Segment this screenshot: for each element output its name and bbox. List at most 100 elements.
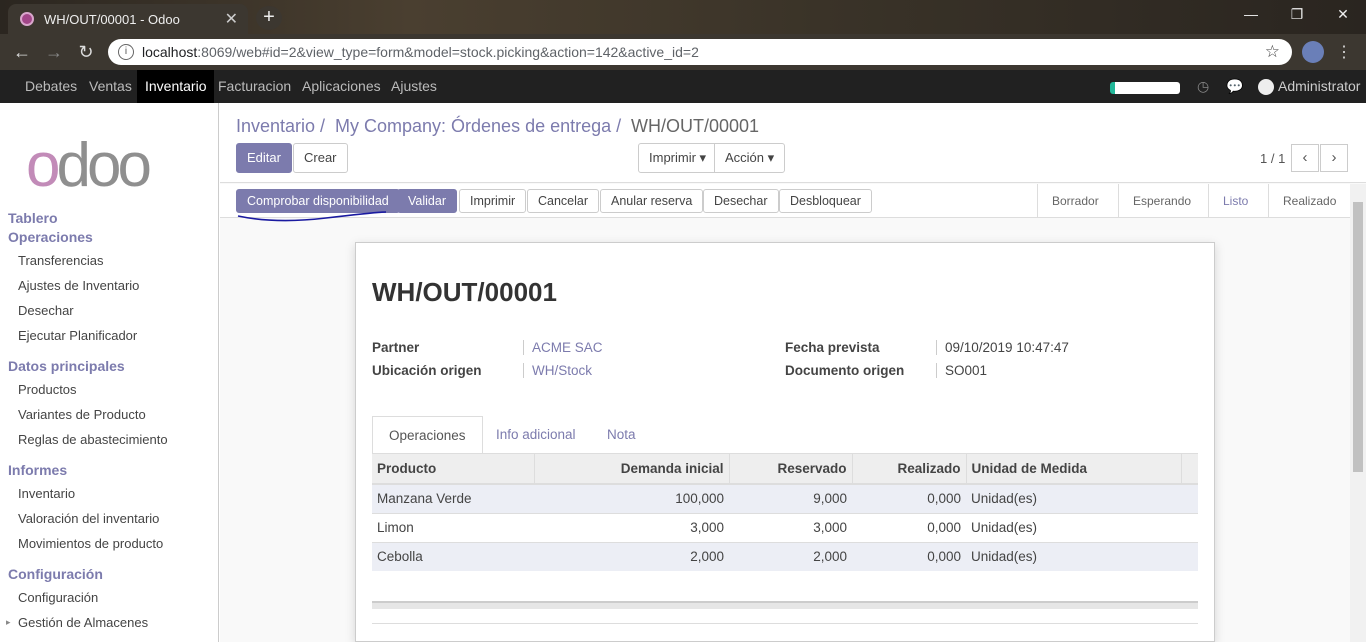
sidebar-item-configuracion[interactable]: Configuración [18, 590, 98, 605]
stage-esperando[interactable]: Esperando [1118, 184, 1205, 218]
cell-demand: 2,000 [534, 541, 729, 571]
stage-listo[interactable]: Listo [1208, 184, 1262, 218]
pager-next-icon[interactable]: › [1320, 144, 1348, 172]
cell-done: 0,000 [852, 541, 966, 571]
sidebar-item-valoracion[interactable]: Valoración del inventario [18, 511, 159, 526]
new-tab-button[interactable]: + [256, 6, 282, 30]
menu-ventas[interactable]: Ventas [81, 70, 140, 103]
control-panel: Inventario / My Company: Órdenes de entr… [220, 103, 1366, 183]
stage-borrador[interactable]: Borrador [1037, 184, 1113, 218]
sidebar-item-variantes[interactable]: Variantes de Producto [18, 407, 146, 422]
cell-reserved: 3,000 [729, 512, 852, 542]
sidebar-item-inventario[interactable]: Inventario [18, 486, 75, 501]
tab-operaciones[interactable]: Operaciones [372, 416, 483, 454]
pen-underline-annotation [237, 211, 387, 222]
action-dropdown[interactable]: Acción ▾ [714, 143, 786, 173]
sidebar-item-transferencias[interactable]: Transferencias [18, 253, 104, 268]
col-demanda-inicial[interactable]: Demanda inicial [533, 454, 729, 485]
table-row[interactable]: Manzana Verde 100,000 9,000 0,000 Unidad… [372, 483, 1198, 513]
sidebar-section-configuracion: Configuración [8, 566, 103, 582]
sidebar-item-ejecutar-planificador[interactable]: Ejecutar Planificador [18, 328, 137, 343]
cell-product: Cebolla [372, 541, 534, 571]
breadcrumb-current: WH/OUT/00001 [631, 116, 760, 136]
cell-reserved: 9,000 [729, 483, 852, 513]
edit-button[interactable]: Editar [236, 143, 292, 173]
unlock-button[interactable]: Desbloquear [779, 189, 872, 213]
table-row[interactable]: Limon 3,000 3,000 0,000 Unidad(es) [372, 512, 1198, 542]
print-button[interactable]: Imprimir [459, 189, 527, 213]
caret-right-icon[interactable]: ▸ [6, 617, 11, 628]
bookmark-star-icon[interactable]: ☆ [1265, 42, 1280, 62]
col-producto[interactable]: Producto [372, 454, 534, 485]
origin-label: Documento origen [785, 363, 905, 378]
record-title: WH/OUT/00001 [372, 277, 557, 307]
sidebar-item-reglas[interactable]: Reglas de abastecimiento [18, 432, 168, 447]
sidebar-item-ajustes-inventario[interactable]: Ajustes de Inventario [18, 278, 139, 293]
browser-tab[interactable]: WH/OUT/00001 - Odoo ✕ [8, 4, 248, 34]
form-sheet: WH/OUT/00001 Partner ACME SAC Ubicación … [355, 242, 1215, 642]
scrap-button[interactable]: Desechar [703, 189, 779, 213]
menu-facturacion[interactable]: Facturacion [210, 70, 299, 103]
col-reservado[interactable]: Reservado [728, 454, 852, 485]
cell-spacer [1181, 541, 1198, 571]
validate-button[interactable]: Validar [397, 189, 457, 213]
sidebar-item-gestion-almacenes[interactable]: Gestión de Almacenes [18, 615, 148, 630]
sidebar-section-informes: Informes [8, 462, 68, 478]
sidebar: odoo Tablero Operaciones Transferencias … [0, 103, 219, 642]
unreserve-button[interactable]: Anular reserva [600, 189, 704, 213]
col-unidad[interactable]: Unidad de Medida [965, 454, 1181, 485]
restore-icon[interactable]: ❐ [1282, 6, 1312, 23]
create-button[interactable]: Crear [293, 143, 348, 173]
scrollbar[interactable] [1350, 184, 1366, 642]
partner-field[interactable]: ACME SAC [523, 340, 603, 355]
browser-menu-icon[interactable]: ⋮ [1336, 42, 1352, 62]
close-tab-icon[interactable]: ✕ [225, 9, 238, 29]
address-bar[interactable]: i localhost:8069/web#id=2&view_type=form… [108, 39, 1292, 65]
cell-reserved: 2,000 [729, 541, 852, 571]
source-location-field[interactable]: WH/Stock [523, 363, 592, 378]
col-spacer [1180, 454, 1198, 485]
sidebar-section-tablero[interactable]: Tablero [8, 210, 58, 226]
forward-icon[interactable]: → [44, 42, 64, 63]
stage-realizado[interactable]: Realizado [1268, 184, 1350, 218]
activity-clock-icon[interactable]: ◷ [1197, 78, 1209, 95]
reload-icon[interactable]: ↻ [76, 42, 96, 63]
scrollbar-thumb[interactable] [1353, 202, 1363, 472]
user-avatar-icon [1258, 79, 1274, 96]
source-location-label: Ubicación origen [372, 363, 482, 378]
tab-nota[interactable]: Nota [591, 416, 652, 454]
back-icon[interactable]: ← [12, 42, 32, 63]
scheduled-date-field: 09/10/2019 10:47:47 [936, 340, 1069, 355]
sidebar-item-movimientos[interactable]: Movimientos de producto [18, 536, 163, 551]
cell-demand: 3,000 [534, 512, 729, 542]
menu-inventario[interactable]: Inventario [137, 70, 215, 103]
cell-uom: Unidad(es) [966, 541, 1181, 571]
pager-previous-icon[interactable]: ‹ [1291, 144, 1319, 172]
breadcrumb-ordenes[interactable]: My Company: Órdenes de entrega / [335, 116, 621, 137]
close-window-icon[interactable]: ✕ [1328, 6, 1358, 23]
cell-done: 0,000 [852, 483, 966, 513]
minimize-icon[interactable]: — [1236, 6, 1266, 22]
cancel-button[interactable]: Cancelar [527, 189, 600, 213]
cell-uom: Unidad(es) [966, 512, 1181, 542]
cell-demand: 100,000 [534, 483, 729, 513]
cell-spacer [1181, 483, 1198, 513]
progress-bar[interactable] [1110, 82, 1180, 94]
pager-value[interactable]: 1 / 1 [1260, 151, 1285, 166]
print-dropdown[interactable]: Imprimir ▾ [638, 143, 718, 173]
sidebar-item-productos[interactable]: Productos [18, 382, 77, 397]
breadcrumb-inventario[interactable]: Inventario / [236, 116, 325, 137]
menu-aplicaciones[interactable]: Aplicaciones [294, 70, 389, 103]
table-row[interactable]: Cebolla 2,000 2,000 0,000 Unidad(es) [372, 541, 1198, 571]
origin-field: SO001 [936, 363, 987, 378]
profile-avatar-icon[interactable] [1302, 41, 1324, 63]
conversation-icon[interactable]: 💬 [1226, 78, 1243, 95]
site-info-icon[interactable]: i [118, 44, 134, 60]
sidebar-item-desechar[interactable]: Desechar [18, 303, 74, 318]
table-footer [372, 601, 1198, 609]
tab-info-adicional[interactable]: Info adicional [480, 416, 592, 454]
menu-debates[interactable]: Debates [17, 70, 85, 103]
user-menu[interactable]: Administrator [1258, 78, 1360, 96]
col-realizado[interactable]: Realizado [851, 454, 966, 485]
menu-ajustes[interactable]: Ajustes [383, 70, 445, 103]
